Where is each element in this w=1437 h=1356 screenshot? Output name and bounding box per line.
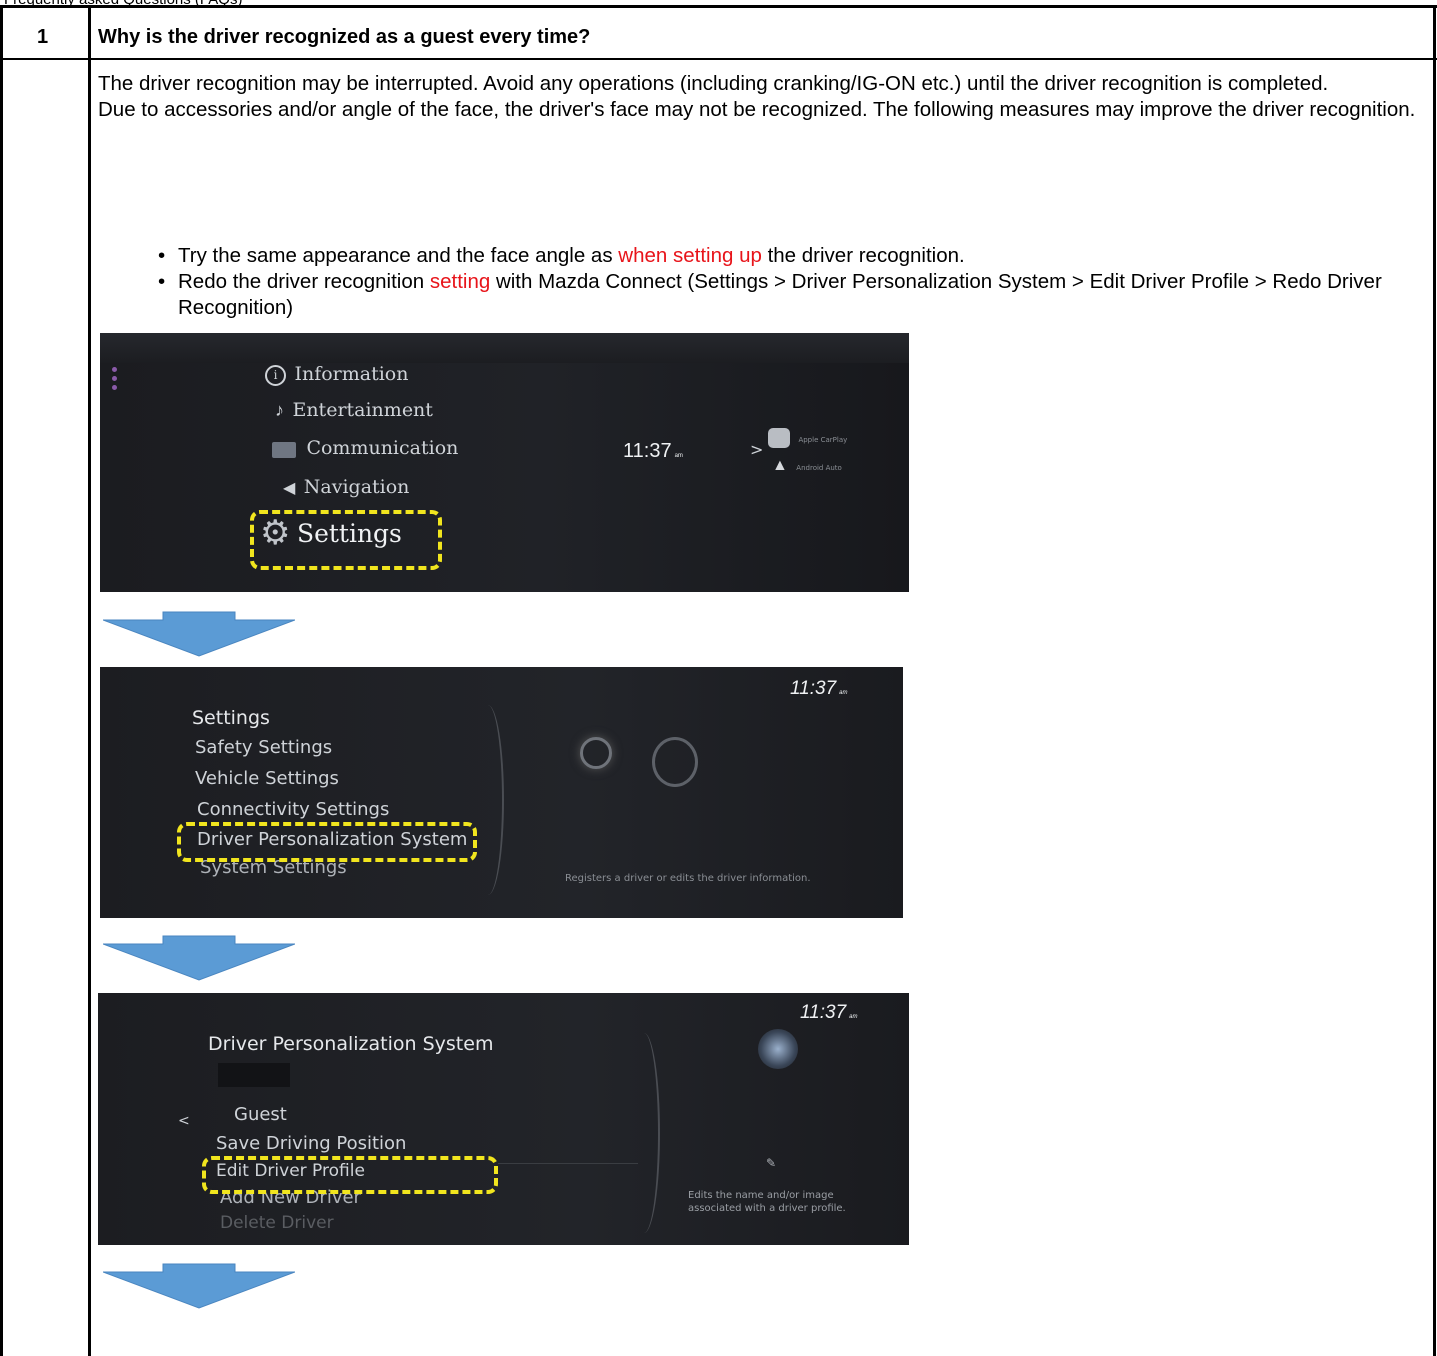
- settings-item[interactable]: Connectivity Settings: [197, 799, 389, 820]
- menu-item-communication[interactable]: Communication: [272, 437, 458, 459]
- answer-paragraph-1: The driver recognition may be interrupte…: [98, 72, 1329, 95]
- screenshot-settings-menu: 11:37 am Settings Safety Settings Vehicle…: [100, 667, 903, 918]
- face-orb-illustration: [758, 1029, 798, 1069]
- screenshot-driver-personalization: 11:37 am Driver Personalization System < …: [98, 993, 909, 1245]
- steering-wheel-illustration: [580, 737, 612, 769]
- question-text: Why is the driver recognized as a guest …: [98, 26, 591, 48]
- clock-time: 11:37: [623, 440, 672, 462]
- music-note-icon: ♪: [275, 400, 284, 420]
- steering-wheel-illustration-2: [652, 737, 698, 787]
- tip-item: • Try the same appearance and the face a…: [98, 243, 1418, 269]
- tip-highlight-red: when setting up: [618, 244, 762, 267]
- clock-time: 11:37: [790, 678, 837, 699]
- answer-body: The driver recognition may be interrupte…: [98, 71, 1423, 123]
- menu-item-information[interactable]: i Information: [265, 363, 409, 387]
- description-text: Edits the name and/or image associated w…: [688, 1190, 846, 1214]
- driver-item[interactable]: Guest: [234, 1104, 287, 1125]
- separator-arc: [472, 705, 504, 895]
- down-arrow-icon: [103, 611, 295, 657]
- driver-item[interactable]: Save Driving Position: [216, 1133, 406, 1154]
- chat-icon: [272, 441, 296, 458]
- driver-avatar-placeholder: [218, 1063, 290, 1087]
- highlight-driver-personalization: [177, 822, 477, 862]
- carplay-shortcut[interactable]: Apple CarPlay: [768, 428, 847, 448]
- description-text: Registers a driver or edits the driver i…: [565, 873, 811, 884]
- screen-title: Settings: [192, 707, 270, 729]
- row-number: 1: [37, 26, 49, 48]
- edit-pencil-icon: ✎: [766, 1156, 777, 1170]
- clock: 11:37 am: [623, 440, 683, 463]
- highlight-edit-driver-profile: [202, 1156, 498, 1194]
- table-right-border: [1433, 5, 1436, 1356]
- settings-item[interactable]: Safety Settings: [195, 737, 332, 758]
- carplay-icon: [768, 428, 790, 448]
- screenshot-home-menu: i Information ♪ Entertainment Communicat…: [100, 333, 909, 592]
- menu-item-navigation[interactable]: ◀ Navigation: [283, 476, 409, 498]
- android-auto-shortcut[interactable]: ▲ Android Auto: [772, 457, 842, 475]
- clock: 11:37 am: [800, 1002, 857, 1024]
- navigation-icon: ◀: [283, 480, 296, 497]
- bullet: •: [158, 270, 166, 293]
- menu-label: Entertainment: [292, 399, 433, 421]
- side-dots: [112, 363, 122, 403]
- screen-title: Driver Personalization System: [208, 1033, 494, 1055]
- tip-text: Redo the driver recognition: [178, 270, 430, 293]
- separator-line: [498, 1163, 638, 1164]
- tips-list: • Try the same appearance and the face a…: [98, 243, 1418, 321]
- clock: 11:37 am: [790, 678, 847, 700]
- android-auto-label: Android Auto: [796, 464, 842, 472]
- column-divider: [88, 5, 91, 1356]
- row-divider: [0, 58, 1437, 60]
- settings-item[interactable]: Vehicle Settings: [195, 768, 339, 789]
- menu-label: Navigation: [303, 476, 410, 498]
- down-arrow-icon: [103, 1263, 295, 1309]
- bullet: •: [158, 244, 166, 267]
- highlight-settings: [250, 510, 442, 570]
- clock-ampm: am: [839, 690, 848, 696]
- table-top-border: [0, 5, 1437, 8]
- clock-ampm: am: [849, 1014, 858, 1020]
- faq-table: Frequently asked Questions (FAQs) 1 Why …: [0, 0, 1437, 1356]
- tip-text: the driver recognition.: [761, 244, 965, 267]
- carplay-label: Apple CarPlay: [798, 436, 848, 445]
- separator-arc: [628, 1033, 660, 1233]
- info-icon: i: [265, 365, 286, 387]
- driver-item[interactable]: Delete Driver: [220, 1213, 334, 1233]
- clock-ampm: am: [674, 453, 683, 459]
- back-chevron-icon[interactable]: <: [178, 1113, 190, 1129]
- answer-paragraph-2: Due to accessories and/or angle of the f…: [98, 98, 1416, 121]
- clock-time: 11:37: [800, 1002, 847, 1023]
- down-arrow-icon: [103, 935, 295, 981]
- menu-label: Communication: [306, 437, 459, 459]
- chevron-right-icon[interactable]: >: [750, 440, 763, 459]
- tip-highlight-red: setting: [429, 270, 491, 293]
- android-auto-icon: ▲: [772, 457, 788, 474]
- menu-label: Information: [294, 363, 409, 385]
- tip-item: • Redo the driver recognition setting wi…: [98, 269, 1418, 321]
- menu-item-entertainment[interactable]: ♪ Entertainment: [275, 399, 433, 421]
- tip-text: Try the same appearance and the face ang…: [178, 244, 619, 267]
- table-left-border: [0, 5, 3, 1356]
